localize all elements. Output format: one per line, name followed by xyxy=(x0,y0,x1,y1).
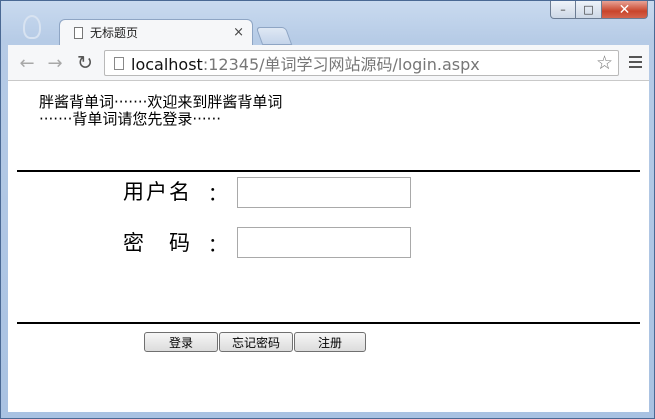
browser-toolbar: ← → ↻ localhost:12345/单词学习网站源码/login.asp… xyxy=(8,45,649,81)
password-input[interactable] xyxy=(237,227,411,258)
welcome-line-2: ·······背单词请您先登录······ xyxy=(39,110,221,128)
new-tab-button[interactable] xyxy=(255,27,293,45)
page-content: 胖酱背单词·······欢迎来到胖酱背单词 ·······背单词请您先登录···… xyxy=(8,81,649,412)
reload-button[interactable]: ↻ xyxy=(74,52,96,74)
username-colon: ： xyxy=(208,183,228,205)
divider-top xyxy=(17,170,640,172)
url-text[interactable]: localhost:12345/单词学习网站源码/login.aspx xyxy=(131,51,480,75)
url-host: localhost xyxy=(131,55,203,74)
address-bar[interactable]: localhost:12345/单词学习网站源码/login.aspx ☆ xyxy=(104,50,619,76)
maximize-button[interactable]: □ xyxy=(576,1,602,19)
page-icon xyxy=(74,26,83,39)
forgot-password-button[interactable]: 忘记密码 xyxy=(219,332,293,352)
tab-title: 无标题页 xyxy=(90,26,139,40)
tab-close-icon[interactable]: × xyxy=(233,25,244,40)
url-path: :12345/单词学习网站源码/login.aspx xyxy=(202,55,480,74)
close-window-button[interactable]: ✕ xyxy=(602,1,648,19)
menu-icon[interactable] xyxy=(629,56,642,68)
profile-icon[interactable] xyxy=(23,15,41,39)
back-button[interactable]: ← xyxy=(16,52,38,74)
divider-bottom xyxy=(17,322,640,324)
register-button[interactable]: 注册 xyxy=(294,332,366,352)
password-label: 密 码 xyxy=(123,231,192,255)
username-label: 用户名 xyxy=(123,180,192,204)
minimize-button[interactable]: – xyxy=(550,1,576,19)
browser-window: – □ ✕ 无标题页 × ← → ↻ localhost:12345/单词学习网… xyxy=(0,0,655,419)
username-input[interactable] xyxy=(237,177,411,208)
password-colon: ： xyxy=(208,234,228,256)
login-button[interactable]: 登录 xyxy=(144,332,218,352)
bookmark-star-icon[interactable]: ☆ xyxy=(596,52,613,74)
browser-tab[interactable]: 无标题页 × xyxy=(59,19,253,45)
forward-button[interactable]: → xyxy=(44,52,66,74)
window-controls: – □ ✕ xyxy=(550,1,648,19)
page-icon xyxy=(114,56,124,70)
